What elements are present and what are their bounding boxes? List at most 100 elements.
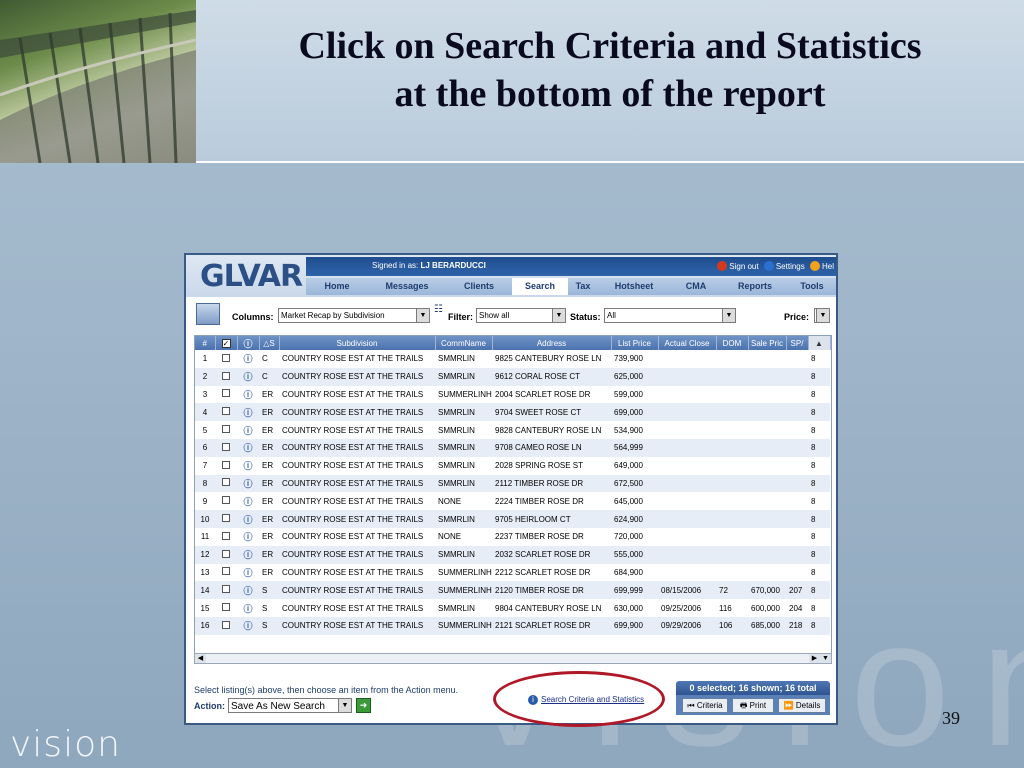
info-icon[interactable]: ⓘ: [243, 584, 252, 597]
tab-messages[interactable]: Messages: [368, 278, 446, 295]
tab-hotsheet[interactable]: Hotsheet: [598, 278, 670, 295]
info-icon[interactable]: ⓘ: [243, 424, 252, 437]
row-select-cell[interactable]: [215, 456, 237, 475]
info-icon[interactable]: ⓘ: [243, 548, 252, 561]
price-select[interactable]: ▼: [814, 308, 830, 323]
glvar-logo[interactable]: GLVAR: [200, 259, 303, 294]
row-checkbox[interactable]: [222, 549, 230, 558]
table-row[interactable]: 3 ⓘ ER COUNTRY ROSE EST AT THE TRAILS SUMMER…: [195, 385, 830, 404]
go-button[interactable]: ➜: [356, 698, 371, 713]
row-checkbox[interactable]: [222, 407, 230, 416]
row-select-cell[interactable]: [215, 581, 237, 600]
row-select-cell[interactable]: [215, 367, 237, 386]
info-icon[interactable]: ⓘ: [243, 352, 252, 365]
info-icon[interactable]: ⓘ: [243, 459, 252, 472]
info-icon[interactable]: ⓘ: [243, 566, 252, 579]
row-select-cell[interactable]: [215, 527, 237, 546]
row-select-cell[interactable]: [215, 563, 237, 582]
col-header-dom[interactable]: DOM: [716, 336, 749, 350]
tab-tax[interactable]: Tax: [568, 278, 598, 295]
row-checkbox[interactable]: [222, 603, 230, 612]
row-checkbox[interactable]: [222, 620, 230, 629]
horizontal-scrollbar[interactable]: ◀ ▶ ▼: [194, 653, 832, 664]
row-checkbox[interactable]: [222, 478, 230, 487]
row-checkbox[interactable]: [222, 353, 230, 362]
settings-link[interactable]: Settings: [776, 262, 805, 271]
tab-clients[interactable]: Clients: [446, 278, 512, 295]
table-row[interactable]: 10 ⓘ ER COUNTRY ROSE EST AT THE TRAILS SMMRL…: [195, 510, 830, 528]
tab-tools[interactable]: Tools: [788, 278, 836, 295]
table-row[interactable]: 7 ⓘ ER COUNTRY ROSE EST AT THE TRAILS SMMRLI…: [195, 456, 830, 475]
col-header-status[interactable]: △S: [259, 336, 280, 350]
sign-out-link[interactable]: Sign out: [729, 262, 758, 271]
row-checkbox[interactable]: [222, 585, 230, 594]
search-results-icon[interactable]: [196, 303, 220, 325]
info-icon[interactable]: ⓘ: [243, 370, 252, 383]
row-checkbox[interactable]: [222, 567, 230, 576]
col-header-commname[interactable]: CommName: [435, 336, 493, 350]
col-header-list-price[interactable]: List Price: [611, 336, 659, 350]
row-select-cell[interactable]: [215, 510, 237, 528]
info-icon[interactable]: ⓘ: [243, 513, 252, 526]
row-select-cell[interactable]: [215, 492, 237, 511]
info-icon[interactable]: ⓘ: [243, 388, 252, 401]
filter-select[interactable]: Show all ▼: [476, 308, 566, 323]
columns-select[interactable]: Market Recap by Subdivision ▼: [278, 308, 430, 323]
row-checkbox[interactable]: [222, 460, 230, 469]
table-row[interactable]: 4 ⓘ ER COUNTRY ROSE EST AT THE TRAILS SMMRLI…: [195, 403, 830, 422]
tab-reports[interactable]: Reports: [722, 278, 788, 295]
row-checkbox[interactable]: [222, 496, 230, 505]
table-row[interactable]: 16 ⓘ S COUNTRY ROSE EST AT THE TRAILS SUMMER…: [195, 616, 830, 635]
row-select-cell[interactable]: [215, 599, 237, 617]
info-icon[interactable]: ⓘ: [243, 477, 252, 490]
col-header-sale-price[interactable]: Sale Pric: [748, 336, 787, 350]
table-row[interactable]: 6 ⓘ ER COUNTRY ROSE EST AT THE TRAILS SMMRLI…: [195, 438, 830, 457]
table-row[interactable]: 5 ⓘ ER COUNTRY ROSE EST AT THE TRAILS SMMRLI…: [195, 421, 830, 439]
row-select-cell[interactable]: [215, 545, 237, 564]
table-row[interactable]: 9 ⓘ ER COUNTRY ROSE EST AT THE TRAILS NONE 22…: [195, 492, 830, 511]
row-checkbox[interactable]: [222, 389, 230, 398]
col-header-select[interactable]: ✓: [215, 336, 238, 350]
tab-search[interactable]: Search: [512, 278, 568, 295]
tab-cma[interactable]: CMA: [670, 278, 722, 295]
scroll-right-icon[interactable]: ▶: [809, 654, 820, 663]
print-button[interactable]: 🖶 Print: [732, 698, 774, 713]
info-icon[interactable]: ⓘ: [243, 619, 252, 632]
row-checkbox[interactable]: [222, 514, 230, 523]
table-row[interactable]: 11 ⓘ ER COUNTRY ROSE EST AT THE TRAILS NONE 2…: [195, 527, 830, 546]
row-select-cell[interactable]: [215, 474, 237, 493]
row-select-cell[interactable]: [215, 385, 237, 404]
row-select-cell[interactable]: [215, 438, 237, 457]
tab-home[interactable]: Home: [306, 278, 368, 295]
row-checkbox[interactable]: [222, 371, 230, 380]
info-icon[interactable]: ⓘ: [243, 602, 252, 615]
row-select-cell[interactable]: [215, 403, 237, 422]
row-checkbox[interactable]: [222, 531, 230, 540]
help-link[interactable]: Hel: [822, 262, 834, 271]
col-header-sp[interactable]: SP/: [786, 336, 809, 350]
col-header-number[interactable]: #: [195, 336, 216, 350]
row-checkbox[interactable]: [222, 425, 230, 434]
table-row[interactable]: 15 ⓘ S COUNTRY ROSE EST AT THE TRAILS SMMRLI…: [195, 599, 830, 617]
table-row[interactable]: 13 ⓘ ER COUNTRY ROSE EST AT THE TRAILS SUMME…: [195, 563, 830, 582]
status-select[interactable]: All ▼: [604, 308, 736, 323]
details-button[interactable]: ⏩ Details: [778, 698, 826, 713]
row-select-cell[interactable]: [215, 421, 237, 439]
info-icon[interactable]: ⓘ: [243, 441, 252, 454]
scroll-up-button[interactable]: ▲: [808, 336, 831, 350]
table-row[interactable]: 12 ⓘ ER COUNTRY ROSE EST AT THE TRAILS SMMRL…: [195, 545, 830, 564]
table-row[interactable]: 14 ⓘ S COUNTRY ROSE EST AT THE TRAILS SUMMER…: [195, 581, 830, 600]
table-row[interactable]: 1 ⓘ C COUNTRY ROSE EST AT THE TRAILS SMMRLIN…: [195, 350, 830, 368]
scroll-down-icon[interactable]: ▼: [820, 654, 831, 663]
action-select[interactable]: Save As New Search ▼: [228, 698, 352, 713]
col-header-address[interactable]: Address: [492, 336, 612, 350]
info-icon[interactable]: ⓘ: [243, 495, 252, 508]
criteria-button[interactable]: ⏮ Criteria: [682, 698, 728, 713]
col-header-actual-close[interactable]: Actual Close: [658, 336, 717, 350]
row-checkbox[interactable]: [222, 442, 230, 451]
table-row[interactable]: 2 ⓘ C COUNTRY ROSE EST AT THE TRAILS SMMRLIN…: [195, 367, 830, 386]
row-select-cell[interactable]: [215, 350, 237, 368]
table-row[interactable]: 8 ⓘ ER COUNTRY ROSE EST AT THE TRAILS SMMRLI…: [195, 474, 830, 493]
scroll-left-icon[interactable]: ◀: [195, 654, 206, 663]
info-icon[interactable]: ⓘ: [243, 530, 252, 543]
